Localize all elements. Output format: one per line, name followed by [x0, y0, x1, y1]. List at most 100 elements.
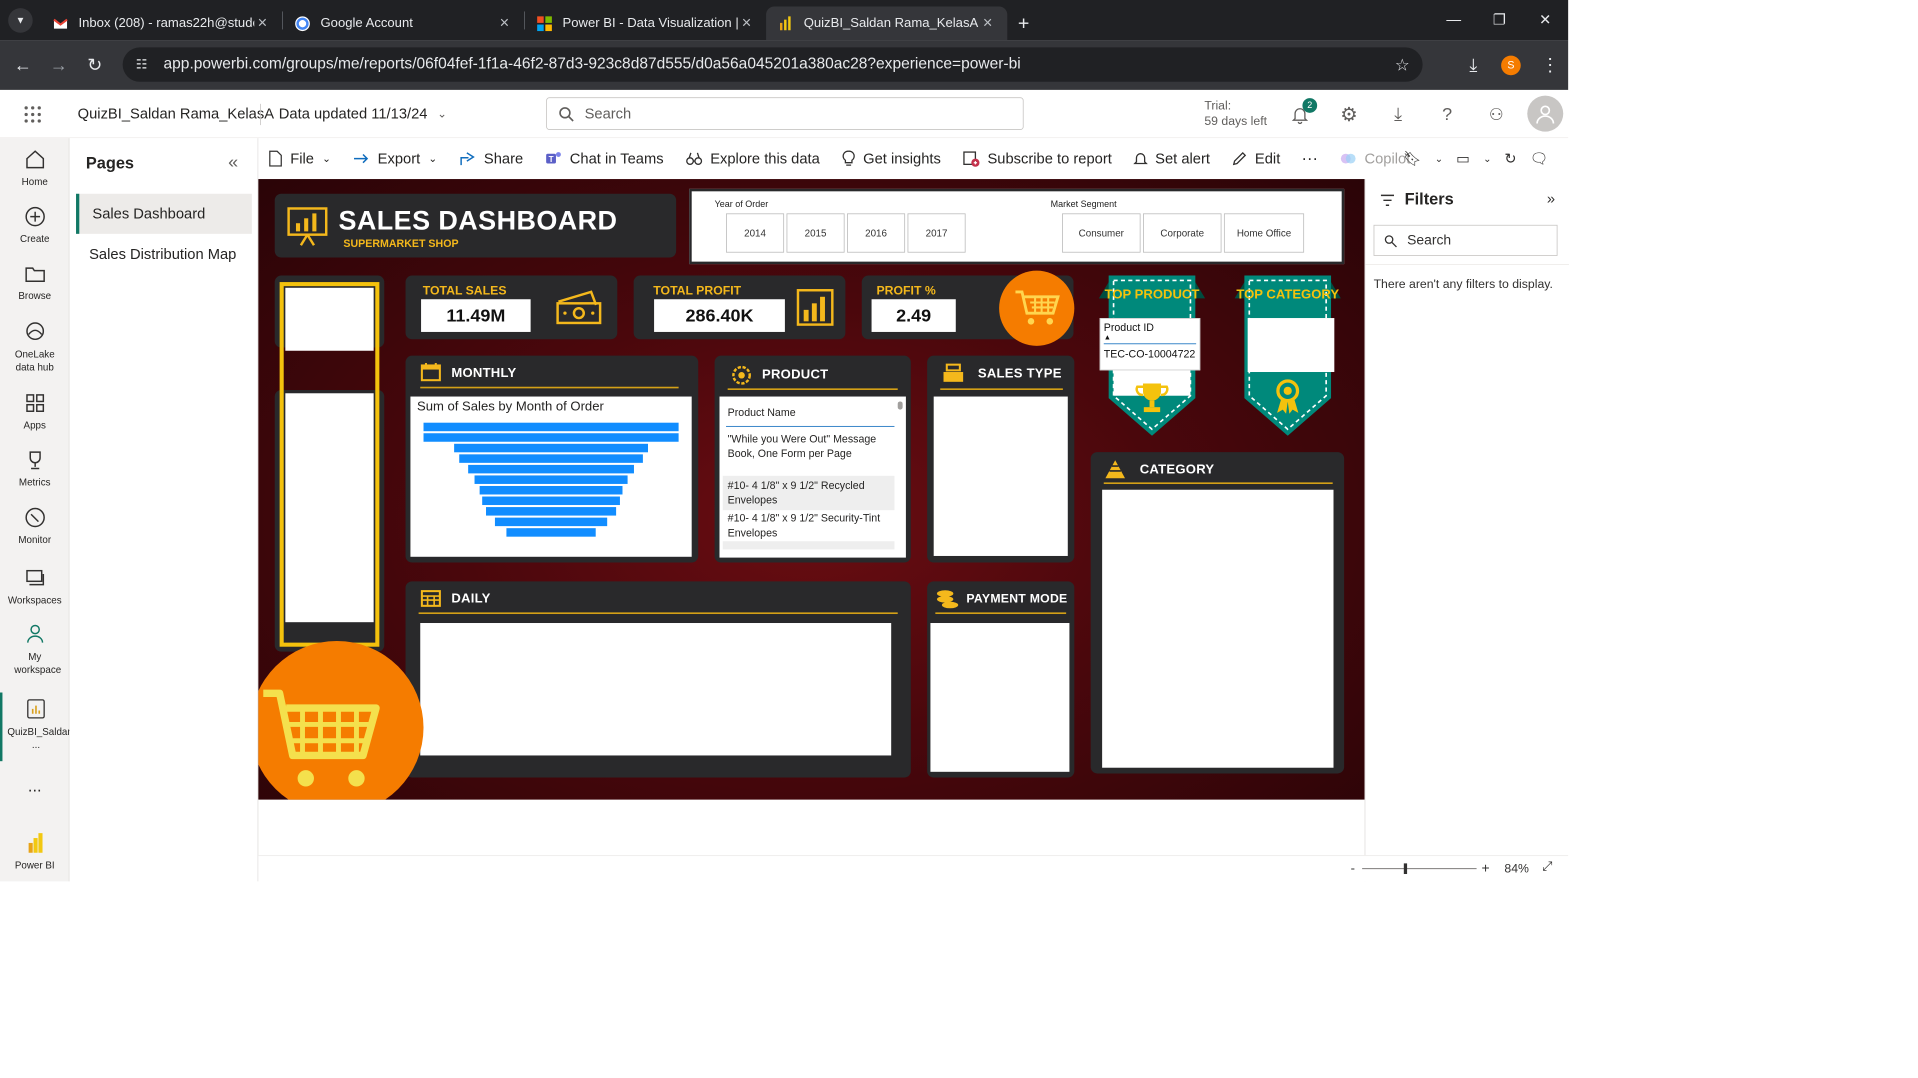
- tab-search-button[interactable]: ▼: [0, 3, 41, 37]
- year-button-2014[interactable]: 2014: [726, 213, 785, 253]
- close-icon[interactable]: ×: [254, 14, 270, 33]
- help-button[interactable]: ?: [1432, 100, 1461, 129]
- get-insights-button[interactable]: Get insights: [841, 150, 941, 168]
- download-icon[interactable]: ⤓: [1455, 49, 1491, 82]
- chevron-down-icon[interactable]: ⌄: [1483, 153, 1491, 164]
- funnel-bar[interactable]: [479, 485, 623, 495]
- segment-button-corporate[interactable]: Corporate: [1143, 213, 1222, 253]
- payment-title: PAYMENT MODE: [966, 591, 1068, 606]
- global-search-input[interactable]: Search: [546, 97, 1024, 130]
- fit-to-page-icon[interactable]: ⤢: [1542, 860, 1552, 875]
- zoom-in-icon[interactable]: +: [1481, 860, 1489, 876]
- segment-button-consumer[interactable]: Consumer: [1062, 213, 1141, 253]
- expand-collapse-icon[interactable]: »: [1547, 191, 1555, 208]
- nav-metrics[interactable]: Metrics: [0, 449, 69, 488]
- trial-status[interactable]: Trial: 59 days left: [1204, 98, 1267, 129]
- browser-tab-google-account[interactable]: Google Account ×: [283, 7, 524, 41]
- bookmark-icon[interactable]: 🔖︎: [1403, 150, 1422, 167]
- minimize-icon[interactable]: —: [1431, 11, 1477, 28]
- explore-label: Explore this data: [710, 150, 820, 167]
- notification-badge: 2: [1302, 98, 1318, 113]
- window-close-icon[interactable]: ✕: [1522, 11, 1568, 28]
- bookmark-star-icon[interactable]: ☆: [1395, 54, 1410, 74]
- funnel-bar[interactable]: [482, 496, 620, 506]
- export-menu[interactable]: Export ⌄: [352, 150, 437, 167]
- menu-kebab-icon[interactable]: ⋮: [1532, 49, 1568, 82]
- year-button-2017[interactable]: 2017: [907, 213, 966, 253]
- account-avatar[interactable]: [1527, 95, 1564, 132]
- product-table[interactable]: Product Name "While you Were Out" Messag…: [719, 396, 906, 558]
- column-header[interactable]: Product Name: [728, 406, 796, 418]
- comment-icon[interactable]: 🗨︎: [1530, 150, 1549, 167]
- nav-create[interactable]: Create: [0, 205, 69, 244]
- nav-apps[interactable]: Apps: [0, 392, 69, 431]
- funnel-bar[interactable]: [459, 454, 643, 463]
- app-launcher-icon[interactable]: [23, 105, 43, 125]
- set-alert-button[interactable]: Set alert: [1133, 150, 1210, 167]
- browser-tab-gmail[interactable]: Inbox (208) - ramas22h@studen ×: [41, 7, 282, 41]
- view-icon[interactable]: ▭: [1456, 150, 1470, 167]
- restore-icon[interactable]: ❐: [1477, 11, 1523, 28]
- funnel-bar[interactable]: [468, 464, 634, 474]
- browser-tab-powerbi-learn[interactable]: Power BI - Data Visualization | M ×: [525, 7, 766, 41]
- more-button[interactable]: ...: [0, 778, 69, 797]
- share-button[interactable]: Share: [459, 150, 523, 167]
- funnel-bar[interactable]: [506, 528, 596, 537]
- address-bar[interactable]: ☷ app.powerbi.com/groups/me/reports/06f0…: [122, 47, 1423, 82]
- nav-workspaces[interactable]: Workspaces: [0, 567, 69, 606]
- segment-button-home-office[interactable]: Home Office: [1223, 213, 1305, 253]
- back-icon[interactable]: ←: [5, 49, 41, 82]
- site-info-icon[interactable]: ☷: [136, 56, 148, 72]
- nav-current-report[interactable]: QuizBI_Saldan ...: [0, 692, 73, 762]
- reload-icon[interactable]: ↻: [77, 49, 113, 82]
- nav-my-workspace[interactable]: My workspace: [0, 622, 69, 676]
- funnel-bar[interactable]: [454, 443, 648, 453]
- close-icon[interactable]: ×: [738, 14, 754, 33]
- profile-avatar[interactable]: S: [1501, 55, 1521, 75]
- table-row[interactable]: #10- 4 1/8" x 9 1/2" Recycled Envelopes: [722, 475, 895, 511]
- close-icon[interactable]: ×: [979, 14, 995, 33]
- browser-toolbar: ← → ↻ ☷ app.powerbi.com/groups/me/report…: [0, 40, 1569, 90]
- filters-search-input[interactable]: Search: [1373, 224, 1558, 256]
- edit-button[interactable]: Edit: [1231, 150, 1280, 167]
- nav-onelake[interactable]: OneLake data hub: [0, 320, 69, 374]
- funnel-bar[interactable]: [474, 475, 628, 484]
- explore-data-button[interactable]: Explore this data: [685, 150, 820, 167]
- notifications-button[interactable]: 2: [1285, 98, 1318, 129]
- download-button[interactable]: ⤓: [1383, 100, 1412, 129]
- chevron-down-icon[interactable]: ⌄: [1435, 153, 1443, 164]
- subscribe-button[interactable]: Subscribe to report: [962, 150, 1112, 168]
- chat-in-teams-button[interactable]: T Chat in Teams: [544, 150, 664, 168]
- settings-button[interactable]: ⚙: [1334, 100, 1363, 129]
- table-row[interactable]: #10- 4 1/8" x 9 1/2" Security-Tint Envel…: [723, 509, 895, 543]
- funnel-bar[interactable]: [486, 507, 617, 516]
- refresh-icon[interactable]: ↻: [1504, 150, 1516, 167]
- scrollbar-thumb[interactable]: [897, 401, 903, 410]
- table-row[interactable]: "While you Were Out" Message Book, One F…: [723, 429, 895, 463]
- copilot-button[interactable]: Copilot: [1339, 150, 1410, 168]
- page-item-sales-distribution-map[interactable]: Sales Distribution Map: [76, 235, 252, 275]
- nav-home[interactable]: Home: [0, 148, 69, 187]
- year-button-2016[interactable]: 2016: [847, 213, 906, 253]
- browser-tab-quizbi[interactable]: QuizBI_Saldan Rama_KelasA - P ×: [766, 6, 1008, 41]
- close-icon[interactable]: ×: [496, 14, 512, 33]
- funnel-bar[interactable]: [494, 517, 608, 527]
- funnel-bar[interactable]: [423, 422, 679, 432]
- powerbi-brand[interactable]: Power BI: [0, 831, 69, 871]
- nav-browse[interactable]: Browse: [0, 262, 69, 302]
- more-options-button[interactable]: ···: [1302, 149, 1318, 168]
- nav-monitor[interactable]: Monitor: [0, 506, 69, 545]
- zoom-out-icon[interactable]: -: [1351, 862, 1355, 877]
- data-updated-dropdown[interactable]: Data updated 11/13/24 ⌄: [279, 105, 447, 122]
- zoom-slider-thumb[interactable]: [1403, 863, 1408, 875]
- year-button-2015[interactable]: 2015: [786, 213, 845, 253]
- funnel-bar[interactable]: [423, 433, 679, 442]
- page-item-sales-dashboard[interactable]: Sales Dashboard: [76, 193, 252, 234]
- payment-mode-chart: [930, 623, 1070, 772]
- new-tab-button[interactable]: +: [1007, 7, 1040, 41]
- feedback-button[interactable]: ⚇: [1481, 100, 1510, 129]
- file-menu[interactable]: File ⌄: [268, 150, 331, 167]
- forward-icon[interactable]: →: [41, 49, 77, 82]
- zoom-slider-track[interactable]: [1362, 868, 1477, 870]
- collapse-pane-icon[interactable]: «: [228, 151, 238, 172]
